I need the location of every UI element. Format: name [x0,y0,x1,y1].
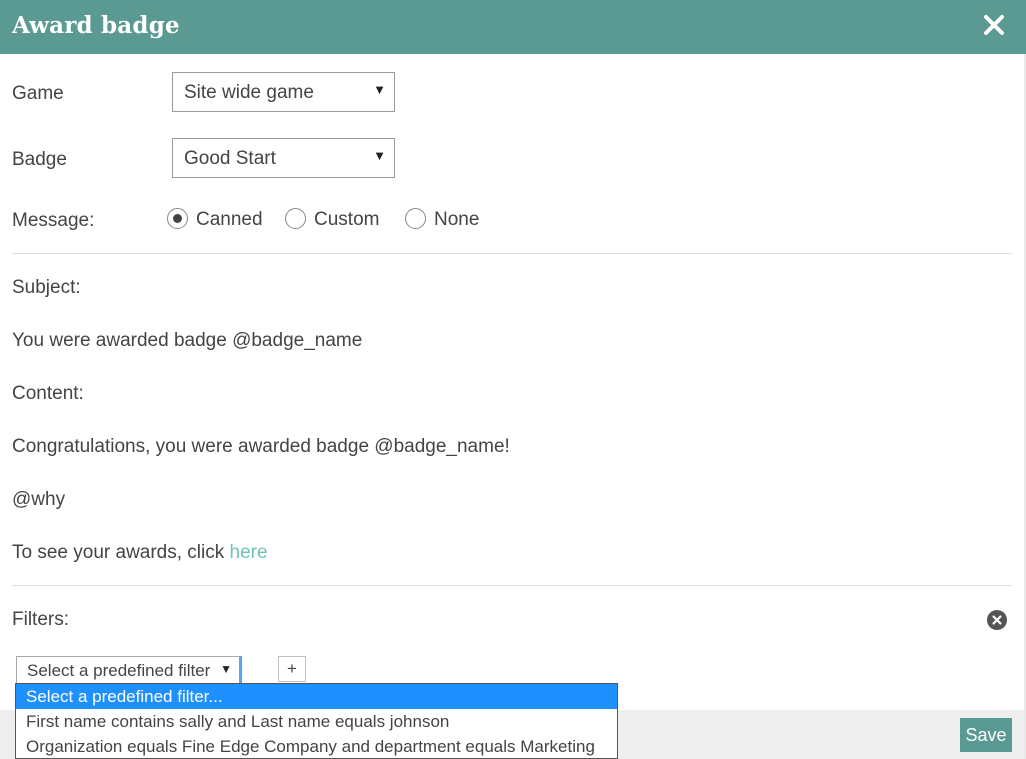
filter-option[interactable]: Organization equals Fine Edge Company an… [16,734,617,758]
divider [12,585,1012,586]
filter-dropdown-list: Select a predefined filter... First name… [15,683,618,759]
dialog-title: Award badge [12,12,180,39]
radio-canned-label: Canned [196,209,263,230]
awards-link[interactable]: here [230,542,268,563]
content-line-1: Congratulations, you were awarded badge … [12,436,510,457]
filter-option[interactable]: First name contains sally and Last name … [16,709,617,734]
subject-label: Subject: [12,277,81,298]
predefined-filter-select[interactable]: Select a predefined filter ▼ [16,656,242,684]
content-line-3-text: To see your awards, click [12,542,230,563]
chevron-down-icon: ▼ [373,148,386,163]
game-select[interactable]: Site wide game ▼ [172,72,395,112]
dialog-header: Award badge [0,0,1026,54]
badge-select-value: Good Start [184,148,276,169]
divider [12,253,1012,254]
content-line-3: To see your awards, click here [12,542,268,564]
filter-option[interactable]: Select a predefined filter... [16,684,617,709]
radio-canned-circle[interactable] [167,208,188,229]
game-label: Game [12,83,64,104]
badge-label: Badge [12,149,67,170]
content-line-2: @why [12,489,66,510]
content-label: Content: [12,383,84,404]
radio-none-circle[interactable] [405,208,426,229]
chevron-down-icon: ▼ [220,662,232,676]
subject-text: You were awarded badge @badge_name [12,330,363,351]
predefined-filter-value: Select a predefined filter [27,661,211,680]
clear-x-glyph [992,615,1002,625]
badge-select[interactable]: Good Start ▼ [172,138,395,178]
message-label: Message: [12,210,95,231]
radio-none-label: None [434,209,480,230]
clear-circle-icon[interactable] [987,610,1007,630]
radio-selected-dot [173,214,182,223]
game-select-value: Site wide game [184,82,314,103]
filters-label: Filters: [12,609,69,630]
radio-custom-label: Custom [314,209,380,230]
chevron-down-icon: ▼ [373,82,386,97]
add-filter-button[interactable]: + [278,656,306,682]
close-icon[interactable] [982,13,1006,37]
radio-custom-circle[interactable] [285,208,306,229]
save-button[interactable]: Save [960,718,1012,752]
